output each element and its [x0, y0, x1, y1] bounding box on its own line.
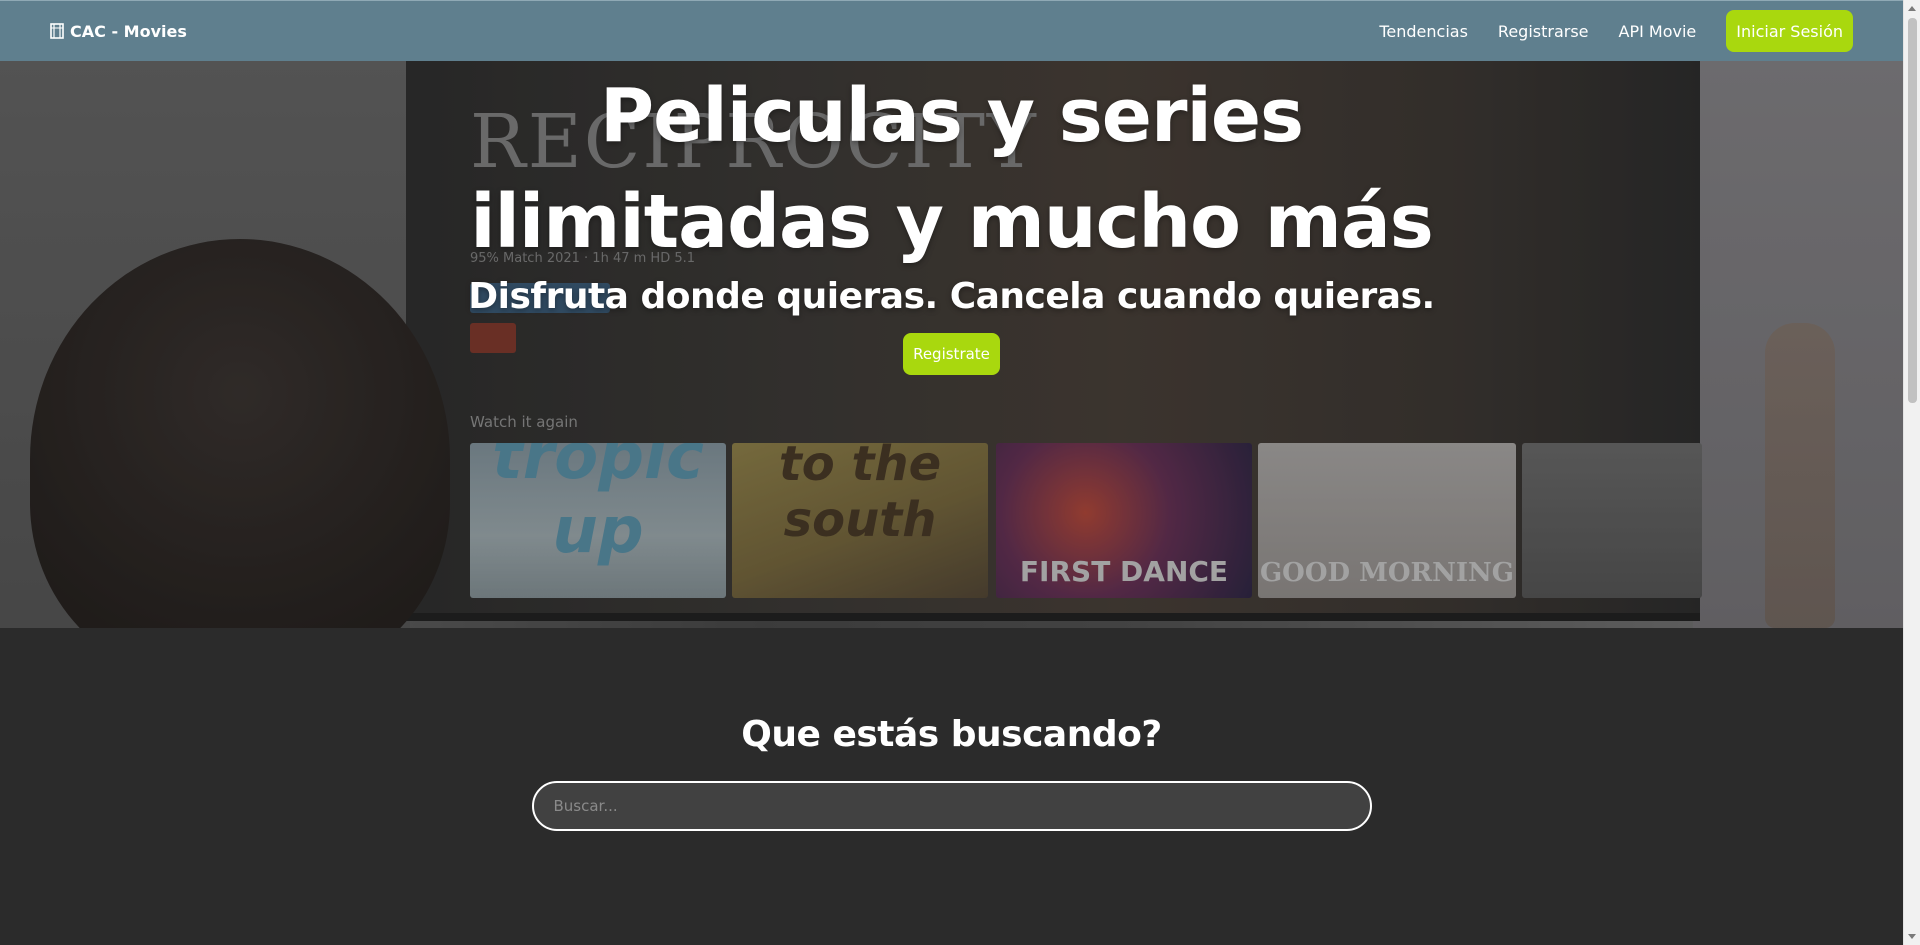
brand-name: CAC - Movies	[70, 21, 187, 41]
hero-title-line1: Peliculas y series	[599, 73, 1304, 159]
scroll-thumb[interactable]	[1908, 18, 1917, 403]
navbar: CAC - Movies Tendencias Registrarse API …	[0, 0, 1903, 61]
hero-subtitle: Disfruta donde quieras. Cancela cuando q…	[468, 276, 1435, 317]
nav-link-registrarse[interactable]: Registrarse	[1498, 22, 1589, 41]
scroll-down-icon[interactable]	[1908, 934, 1916, 939]
nav-link-tendencias[interactable]: Tendencias	[1379, 22, 1468, 41]
search-title: Que estás buscando?	[741, 714, 1162, 755]
hero-content: Peliculas y series ilimitadas y mucho má…	[0, 61, 1903, 628]
nav-link-api-movie[interactable]: API Movie	[1619, 22, 1697, 41]
search-section: Que estás buscando?	[0, 628, 1903, 945]
brand[interactable]: CAC - Movies	[50, 22, 187, 41]
page-scrollbar[interactable]	[1903, 0, 1920, 945]
scroll-up-icon[interactable]	[1908, 6, 1916, 11]
main-nav: Tendencias Registrarse API Movie Iniciar…	[1379, 10, 1853, 52]
hero-title-line2: ilimitadas y mucho más	[470, 179, 1434, 265]
hero-section: RECIPROCITY 95% Match 2021 · 1h 47 m HD …	[0, 61, 1903, 628]
search-input[interactable]	[531, 781, 1372, 831]
hero-title: Peliculas y series ilimitadas y mucho má…	[0, 61, 1903, 275]
film-icon	[50, 23, 64, 39]
login-button[interactable]: Iniciar Sesión	[1726, 10, 1853, 52]
register-button[interactable]: Registrate	[903, 333, 1000, 375]
